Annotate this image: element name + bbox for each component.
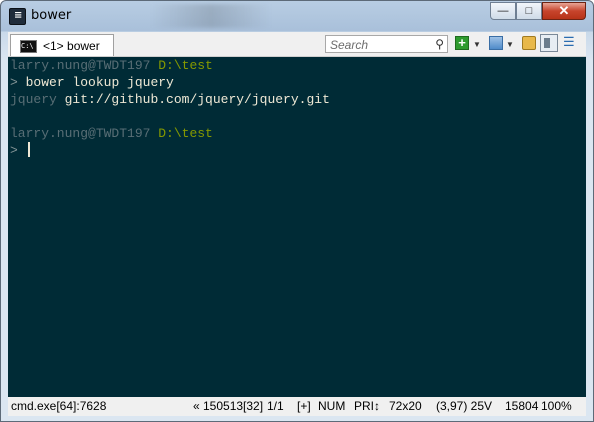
console-line: larry.nung@TWDT197 D:\test	[10, 58, 213, 73]
console-line: jquery git://github.com/jquery/jquery.gi…	[10, 92, 330, 107]
status-pages[interactable]: 1/1	[267, 399, 284, 413]
status-pid[interactable]: 15804	[505, 399, 538, 413]
split-icon[interactable]	[540, 34, 558, 52]
status-size[interactable]: 72x20	[389, 399, 422, 413]
close-button[interactable]: ✕	[542, 2, 586, 20]
search-icon[interactable]: ⚲	[435, 37, 444, 51]
chevron-down-icon[interactable]: ▼	[506, 40, 514, 54]
caption-buttons: — □ ✕	[490, 2, 586, 22]
status-bar: cmd.exe[64]:7628 « 150513[32] 1/1 [+] NU…	[8, 397, 586, 416]
tab-console-1[interactable]: C:\ <1> bower	[10, 34, 114, 56]
new-console-icon[interactable]: +	[455, 36, 469, 50]
text-cursor	[27, 142, 30, 157]
minimize-button[interactable]: —	[490, 2, 516, 20]
status-zoom[interactable]: 100%	[541, 399, 572, 413]
tab-label: <1> bower	[43, 39, 100, 53]
maximize-button[interactable]: □	[516, 2, 542, 20]
conemu-window: ≡ bower — □ ✕ C:\ <1> bower Search ⚲ + ▼…	[0, 0, 594, 422]
search-box[interactable]: Search ⚲	[325, 35, 448, 53]
console-tab-icon: C:\	[20, 40, 37, 53]
lock-icon[interactable]	[522, 36, 536, 50]
view-icon[interactable]	[489, 36, 503, 50]
status-priority[interactable]: PRI↕	[354, 399, 380, 413]
status-numlock[interactable]: NUM	[318, 399, 345, 413]
console-line: >	[10, 142, 30, 159]
status-mode[interactable]: [+]	[297, 399, 311, 413]
window-title: bower	[31, 8, 72, 23]
search-input[interactable]: Search	[330, 38, 368, 52]
console-line: > bower lookup jquery	[10, 75, 174, 90]
console-line: larry.nung@TWDT197 D:\test	[10, 126, 213, 141]
status-cursor[interactable]: (3,97) 25V	[436, 399, 492, 413]
status-buffer[interactable]: « 150513[32]	[193, 399, 263, 413]
console-area[interactable]: larry.nung@TWDT197 D:\test > bower looku…	[8, 57, 586, 397]
app-icon[interactable]: ≡	[9, 8, 26, 25]
tab-toolbar: C:\ <1> bower Search ⚲ + ▼ ▼ ☰	[8, 32, 586, 57]
title-blur	[151, 4, 271, 28]
chevron-down-icon[interactable]: ▼	[473, 40, 481, 54]
menu-icon[interactable]: ☰	[563, 35, 579, 49]
status-process[interactable]: cmd.exe[64]:7628	[11, 399, 106, 413]
title-bar[interactable]: ≡ bower — □ ✕	[1, 1, 593, 31]
